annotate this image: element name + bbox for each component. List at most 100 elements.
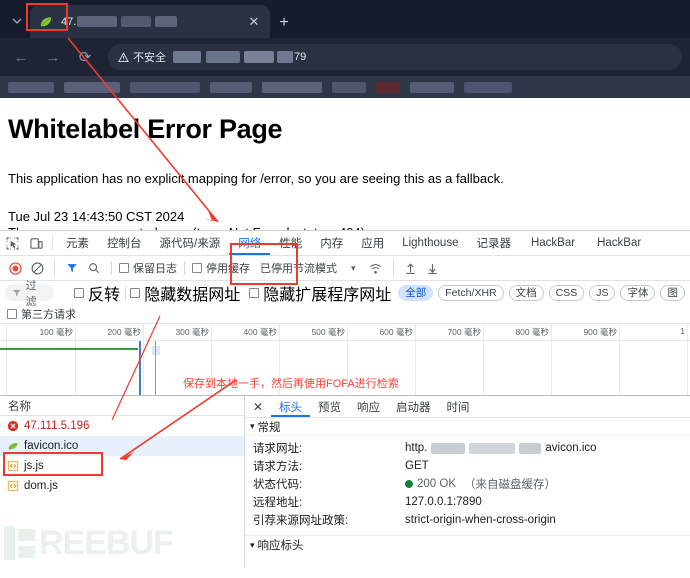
redacted-bookmark[interactable]	[410, 81, 454, 93]
redacted-bookmark[interactable]	[64, 81, 120, 93]
record-stop-icon[interactable]	[5, 258, 25, 278]
toolbar-divider	[52, 235, 53, 251]
url-suffix: 79	[294, 51, 307, 63]
preserve-log-checkbox[interactable]: 保留日志	[119, 260, 177, 276]
spring-leaf-icon	[38, 14, 54, 30]
filter-funnel-icon	[13, 289, 21, 296]
redacted-url-block	[277, 51, 293, 63]
new-tab-button[interactable]: +	[270, 14, 298, 32]
hide-extension-urls-checkbox[interactable]: 隐藏扩展程序网址	[249, 281, 391, 305]
devtools-tab-hackbar-2[interactable]: HackBar	[586, 231, 652, 255]
search-input[interactable]: 过滤	[5, 280, 54, 308]
devtools-tab-elements[interactable]: 元素	[57, 231, 98, 255]
timeline-tick-label: 700 毫秒	[447, 327, 481, 337]
filter-placeholder: 过滤	[25, 279, 37, 308]
detail-tab-timing[interactable]: 时间	[439, 396, 478, 417]
network-conditions-icon[interactable]	[366, 258, 386, 278]
devtools-tab-network[interactable]: 网络	[229, 231, 270, 255]
devtools-tab-recorder[interactable]: 记录器	[467, 231, 520, 255]
third-party-requests-checkbox[interactable]: 第三方请求	[7, 306, 76, 322]
header-key: 请求方法:	[253, 461, 303, 473]
invert-checkbox[interactable]: 反转	[74, 281, 120, 305]
devtools-tab-console[interactable]: 控制台	[98, 231, 151, 255]
redacted-bookmark[interactable]	[332, 81, 366, 93]
detail-tab-preview[interactable]: 预览	[310, 396, 349, 417]
devtools-tab-sources[interactable]: 源代码/来源	[151, 231, 230, 255]
detail-tab-response[interactable]: 响应	[349, 396, 388, 417]
pill-font[interactable]: 字体	[620, 284, 656, 301]
tab-title: 47.	[61, 15, 178, 28]
section-general-header[interactable]: ▾ 常规	[245, 418, 690, 436]
redacted-bookmark[interactable]	[464, 81, 512, 93]
reload-icon[interactable]: ⟳	[72, 44, 98, 70]
throttling-chevron-down-icon[interactable]: ▾	[351, 263, 356, 274]
header-key: 远程地址:	[253, 497, 303, 509]
hide-data-urls-checkbox[interactable]: 隐藏数据网址	[130, 281, 240, 305]
devtools-tab-memory[interactable]: 内存	[311, 231, 352, 255]
redacted-bookmark[interactable]	[8, 81, 54, 93]
pill-doc[interactable]: 文档	[508, 284, 544, 301]
request-row-host[interactable]: 47.111.5.196	[0, 416, 244, 436]
checkbox-box	[192, 263, 202, 273]
request-row-dom-js[interactable]: dom.js	[0, 476, 244, 496]
section-response-headers-header[interactable]: ▾ 响应标头	[245, 536, 690, 554]
search-icon[interactable]	[84, 258, 104, 278]
back-arrow-icon[interactable]: ←	[8, 44, 34, 70]
request-row-favicon[interactable]: favicon.ico	[0, 436, 244, 456]
devtools-tab-hackbar-1[interactable]: HackBar	[520, 231, 586, 255]
timeline-tick-label: 200 毫秒	[107, 327, 141, 337]
close-icon[interactable]: ✕	[245, 396, 271, 417]
redacted-bookmark[interactable]	[376, 81, 400, 93]
toolbar-divider	[184, 261, 185, 275]
address-bar[interactable]: 不安全 79	[108, 44, 682, 70]
throttling-label[interactable]: 已停用节流模式	[260, 260, 337, 276]
pill-img[interactable]: 图	[660, 284, 685, 301]
redacted-url-block	[244, 51, 274, 63]
close-icon[interactable]: ✕	[246, 14, 262, 30]
request-row-js[interactable]: js.js	[0, 456, 244, 476]
devtools-tab-lighthouse[interactable]: Lighthouse	[393, 231, 467, 255]
network-toolbar: 保留日志 停用缓存 已停用节流模式 ▾	[0, 256, 690, 281]
redacted-bookmark[interactable]	[210, 81, 252, 93]
pill-fetch-xhr[interactable]: Fetch/XHR	[438, 284, 504, 301]
redacted-bookmark[interactable]	[262, 81, 322, 93]
section-response-headers-label: 响应标头	[257, 540, 304, 552]
pill-all[interactable]: 全部	[398, 284, 434, 301]
freebuf-watermark-text: REEBUF	[39, 524, 174, 562]
devtools-panel: 元素 控制台 源代码/来源 网络 性能 内存 应用 Lighthouse 记录器…	[0, 230, 690, 568]
header-key: 引荐来源网址政策:	[253, 515, 349, 527]
network-timeline-overview[interactable]: 100 毫秒 200 毫秒 300 毫秒 400 毫秒 500 毫秒 600 毫…	[0, 323, 690, 395]
browser-tab[interactable]: 47. ✕	[30, 5, 270, 38]
header-row-referrer-policy: 引荐来源网址政策: strict-origin-when-cross-origi…	[245, 511, 690, 529]
disable-cache-checkbox[interactable]: 停用缓存	[192, 260, 250, 276]
warning-triangle-icon	[118, 51, 129, 62]
device-toolbar-icon[interactable]	[24, 231, 48, 255]
tab-search-chevron-down-icon[interactable]	[4, 6, 30, 36]
tab-title-text: 47.	[61, 15, 77, 28]
script-file-icon	[6, 460, 19, 473]
timeline-tick-label: 300 毫秒	[175, 327, 209, 337]
devtools-tab-application[interactable]: 应用	[352, 231, 393, 255]
pill-css[interactable]: CSS	[548, 284, 585, 301]
checkbox-box	[119, 263, 129, 273]
clear-network-log-icon[interactable]	[27, 258, 47, 278]
inspect-element-icon[interactable]	[0, 231, 24, 255]
redacted-url-block	[206, 51, 240, 63]
detail-tab-initiator[interactable]: 启动器	[388, 396, 439, 417]
detail-tab-headers[interactable]: 标头	[271, 396, 310, 417]
header-value: 127.0.0.1:7890	[405, 496, 482, 508]
timeline-selection-block	[152, 346, 160, 355]
export-har-icon[interactable]	[423, 258, 443, 278]
checkbox-box	[130, 287, 141, 298]
redacted-bookmark[interactable]	[130, 81, 200, 93]
devtools-tab-performance[interactable]: 性能	[270, 231, 311, 255]
checkbox-box	[7, 308, 17, 319]
url-display: 79	[173, 51, 306, 63]
pill-js[interactable]: JS	[589, 284, 616, 301]
forward-arrow-icon[interactable]: →	[40, 44, 66, 70]
import-har-icon[interactable]	[401, 258, 421, 278]
disable-cache-label: 停用缓存	[206, 263, 250, 275]
timeline-load-bar	[0, 348, 138, 350]
filter-funnel-icon[interactable]	[62, 258, 82, 278]
not-secure-badge[interactable]: 不安全	[118, 49, 166, 65]
